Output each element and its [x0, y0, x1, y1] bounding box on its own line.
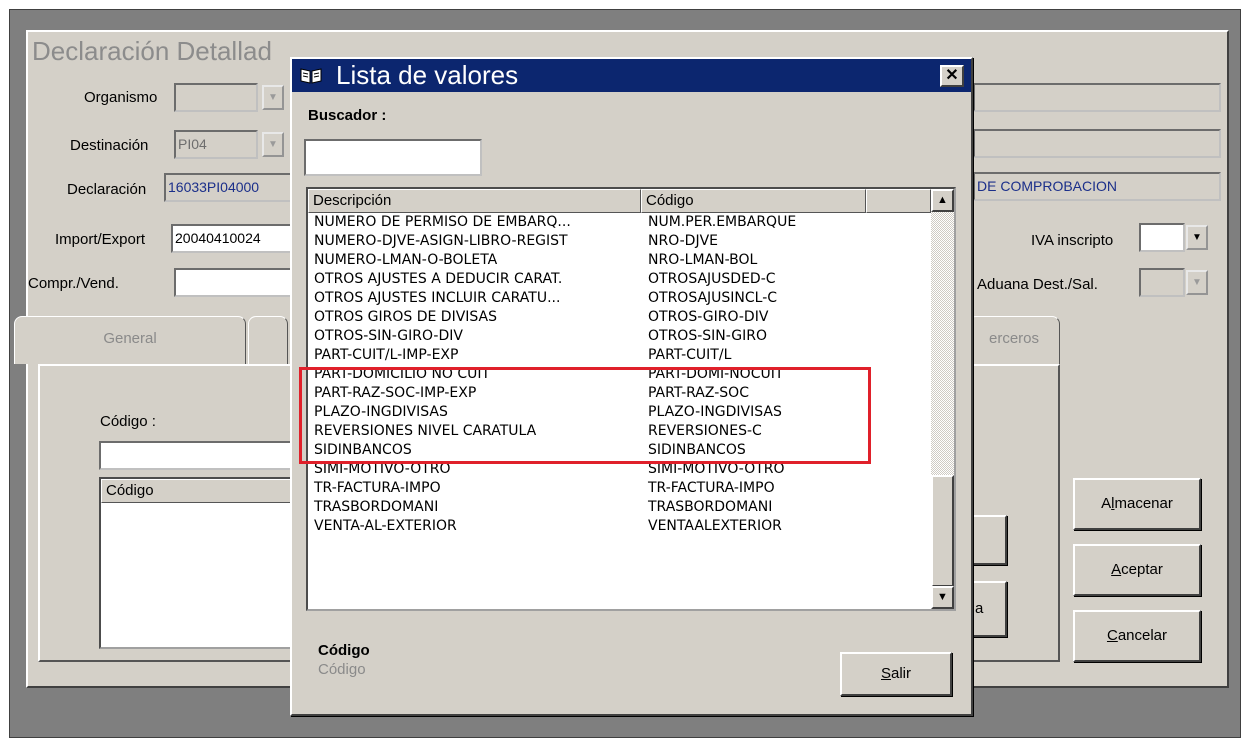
salir-button[interactable]: Salir [840, 652, 952, 696]
list-item-codigo: TRASBORDOMANI [648, 499, 773, 515]
column-header-extra [866, 189, 931, 213]
close-icon[interactable]: ✕ [940, 65, 964, 87]
list-item-descripcion: OTROS-SIN-GIRO-DIV [314, 328, 463, 344]
organismo-label: Organismo [84, 89, 158, 106]
destinacion-desc-field [973, 129, 1221, 158]
aceptar-button-label: Aceptar [1111, 561, 1163, 578]
list-item-descripcion: OTROS AJUSTES A DEDUCIR CARAT. [314, 271, 563, 287]
list-item-codigo: OTROSAJUSINCL-C [648, 290, 778, 306]
side-button-upper[interactable] [971, 515, 1007, 565]
iva-inscripto-select[interactable] [1139, 223, 1185, 252]
organismo-desc-field [973, 83, 1221, 112]
scroll-up-icon[interactable]: ▲ [931, 189, 954, 212]
declaracion-label: Declaración [67, 181, 147, 198]
list-item-descripcion: NUMERO DE PERMISO DE EMBARQ... [314, 214, 571, 230]
buscador-input[interactable] [304, 139, 482, 176]
tab-general[interactable]: General [14, 316, 246, 364]
codigo-grid-header: Código [101, 479, 292, 503]
list-item-codigo: VENTAALEXTERIOR [648, 518, 782, 534]
main-window-title: Declaración Detallad [32, 36, 272, 66]
aceptar-button[interactable]: Aceptar [1073, 544, 1201, 596]
side-button-lower[interactable]: a [971, 581, 1007, 637]
list-item[interactable]: NUMERO-DJVE-ASIGN-LIBRO-REGIST NRO-DJVE [308, 232, 931, 251]
vertical-scrollbar[interactable]: ▲ ▼ [931, 189, 954, 609]
list-item-descripcion: TR-FACTURA-IMPO [314, 480, 441, 496]
destinacion-label: Destinación [70, 137, 149, 154]
list-item[interactable]: OTROS AJUSTES INCLUIR CARATU... OTROSAJUS… [308, 289, 931, 308]
aduana-dest-sal-label: Aduana Dest./Sal. [977, 276, 1098, 293]
annotation-highlight-box [299, 367, 871, 464]
column-header-codigo[interactable]: Código [641, 189, 866, 213]
organismo-select[interactable] [174, 83, 258, 112]
column-header-descripcion[interactable]: Descripción [308, 189, 641, 213]
iva-inscripto-dropdown-icon[interactable]: ▼ [1186, 225, 1208, 250]
list-item-descripcion: NUMERO-DJVE-ASIGN-LIBRO-REGIST [314, 233, 568, 249]
list-item[interactable]: NUMERO DE PERMISO DE EMBARQ... NUM.PER.EM… [308, 213, 931, 232]
list-item[interactable]: NUMERO-LMAN-O-BOLETA NRO-LMAN-BOL [308, 251, 931, 270]
list-item[interactable]: TR-FACTURA-IMPO TR-FACTURA-IMPO [308, 479, 931, 498]
salir-button-label: Salir [880, 665, 912, 682]
list-item-codigo: NRO-LMAN-BOL [648, 252, 758, 268]
list-item[interactable]: OTROS AJUSTES A DEDUCIR CARAT. OTROSAJUSD… [308, 270, 931, 289]
destinacion-dropdown-icon[interactable]: ▼ [262, 132, 284, 157]
list-item[interactable]: OTROS GIROS DE DIVISAS OTROS-GIRO-DIV [308, 308, 931, 327]
scroll-thumb[interactable] [931, 475, 954, 587]
tab-terceros[interactable]: erceros [968, 316, 1060, 364]
list-item[interactable]: OTROS-SIN-GIRO-DIV OTROS-SIN-GIRO [308, 327, 931, 346]
list-item-codigo: NRO-DJVE [648, 233, 718, 249]
tab-second[interactable] [248, 316, 288, 364]
organismo-dropdown-icon[interactable]: ▼ [262, 85, 284, 110]
import-export-label: Import/Export [55, 231, 146, 248]
list-item-codigo: PART-CUIT/L [648, 347, 732, 363]
list-item-codigo: TR-FACTURA-IMPO [648, 480, 775, 496]
list-item-codigo: OTROS-GIRO-DIV [648, 309, 769, 325]
dialog-title-bar: Lista de valores ✕ [292, 59, 971, 92]
codigo-input[interactable] [99, 441, 294, 470]
aduana-dest-sal-select[interactable] [1139, 268, 1185, 297]
destinacion-select[interactable]: PI04 [174, 130, 258, 159]
list-item[interactable]: VENTA-AL-EXTERIOR VENTAALEXTERIOR [308, 517, 931, 536]
list-item-descripcion: OTROS AJUSTES INCLUIR CARATU... [314, 290, 561, 306]
list-item[interactable]: TRASBORDOMANI TRASBORDOMANI [308, 498, 931, 517]
list-item-descripcion: PART-CUIT/L-IMP-EXP [314, 347, 459, 363]
scroll-down-icon[interactable]: ▼ [931, 586, 954, 609]
codigo-label: Código : [100, 413, 156, 430]
iva-inscripto-label: IVA inscripto [1031, 232, 1114, 249]
list-item-codigo: NUM.PER.EMBARQUE [648, 214, 797, 230]
list-item-codigo: OTROS-SIN-GIRO [648, 328, 768, 344]
dialog-title: Lista de valores [336, 60, 519, 90]
buscador-label: Buscador : [308, 107, 387, 124]
cancelar-button[interactable]: Cancelar [1073, 610, 1201, 662]
list-item-descripcion: VENTA-AL-EXTERIOR [314, 518, 457, 534]
list-item-descripcion: OTROS GIROS DE DIVISAS [314, 309, 498, 325]
book-icon [300, 66, 322, 84]
declaracion-field: 16033PI04000 [164, 173, 292, 202]
cancelar-button-label: Cancelar [1106, 627, 1168, 644]
almacenar-button[interactable]: Almacenar [1073, 478, 1201, 530]
list-item-codigo: OTROSAJUSDED-C [648, 271, 776, 287]
aduana-dest-sal-dropdown-icon[interactable]: ▼ [1186, 270, 1208, 295]
footer-codigo-label: Código [318, 642, 370, 659]
list-item[interactable]: PART-CUIT/L-IMP-EXP PART-CUIT/L [308, 346, 931, 365]
list-item-descripcion: NUMERO-LMAN-O-BOLETA [314, 252, 498, 268]
compr-vend-label: Compr./Vend. [28, 275, 119, 292]
footer-codigo-value: Código [318, 661, 366, 678]
compr-vend-field[interactable] [174, 268, 292, 297]
list-item-descripcion: TRASBORDOMANI [314, 499, 439, 515]
import-export-field[interactable]: 20040410024 [171, 224, 292, 253]
codigo-grid[interactable]: Código [99, 477, 294, 649]
almacenar-button-label: Almacenar [1101, 495, 1173, 512]
estado-field: DE COMPROBACION [973, 172, 1221, 201]
